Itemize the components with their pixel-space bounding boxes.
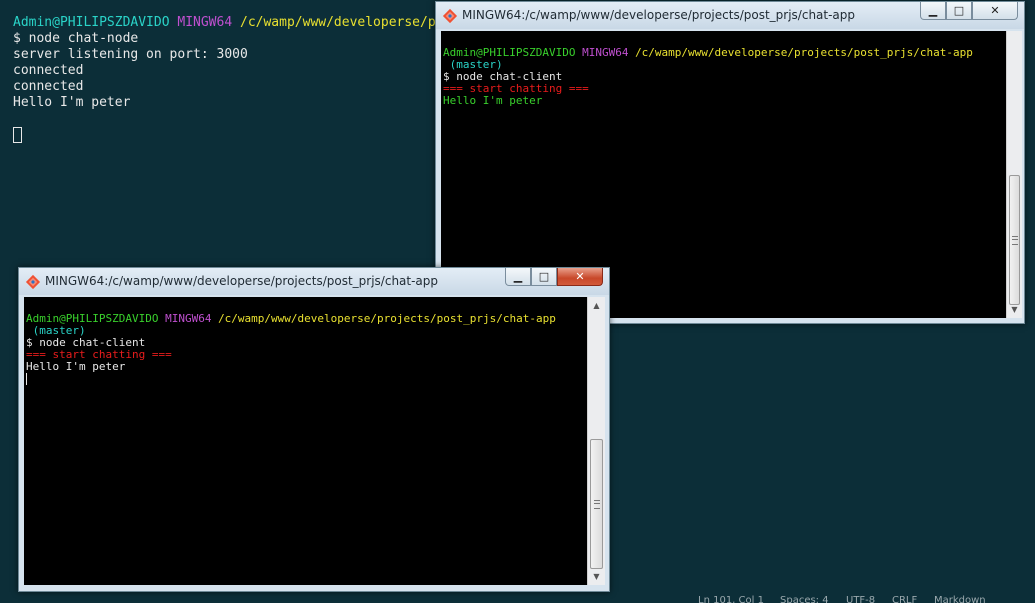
minimize-button[interactable]: ▁ — [920, 2, 946, 20]
vertical-scrollbar[interactable]: ▲ ▼ — [587, 297, 605, 585]
terminal-content[interactable]: Admin@PHILIPSZDAVIDO MINGW64 /c/wamp/www… — [24, 297, 587, 585]
title-bar[interactable]: MINGW64:/c/wamp/www/developerse/projects… — [436, 2, 1024, 29]
editor-status-bar: Ln 101, Col 1 Spaces: 4 UTF-8 CRLF Markd… — [600, 590, 1035, 603]
line-ending[interactable]: CRLF — [892, 595, 917, 603]
prompt-path: /c/wamp/www/developerse/projects/post_pr… — [218, 312, 556, 325]
minimize-icon: ▁ — [928, 4, 938, 17]
prompt-env: MINGW64 — [177, 15, 233, 30]
server-output: Admin@PHILIPSZDAVIDO MINGW64 /c/wamp/www… — [13, 15, 444, 145]
scroll-grip-icon — [593, 500, 600, 509]
prompt-env: MINGW64 — [165, 312, 212, 325]
maximize-icon: □ — [953, 4, 965, 17]
output-line: server listening on port: 3000 — [13, 47, 248, 62]
title-bar[interactable]: MINGW64:/c/wamp/www/developerse/projects… — [19, 268, 609, 295]
maximize-icon: □ — [538, 270, 550, 283]
output-line: connected — [13, 79, 84, 94]
close-icon: ✕ — [575, 270, 585, 283]
output-line: Hello I'm peter — [13, 95, 131, 110]
scroll-down-icon[interactable]: ▼ — [588, 568, 605, 585]
git-bash-icon — [25, 274, 41, 290]
close-button[interactable]: ✕ — [557, 268, 603, 286]
close-icon: ✕ — [990, 4, 1000, 17]
client-output: Admin@PHILIPSZDAVIDO MINGW64 /c/wamp/www… — [26, 313, 556, 386]
window-controls: ▁ □ ✕ — [920, 2, 1018, 20]
language-mode[interactable]: Markdown — [934, 595, 986, 603]
scroll-grip-icon — [1011, 236, 1018, 245]
scroll-down-icon[interactable]: ▼ — [1007, 301, 1022, 318]
scroll-up-icon[interactable]: ▲ — [588, 297, 605, 314]
prompt-path: /c/wamp/www/developerse/projects/post_pr… — [635, 46, 973, 59]
scroll-thumb[interactable] — [1009, 175, 1020, 305]
prompt-user: Admin@PHILIPSZDAVIDO — [13, 15, 170, 30]
client-output: Admin@PHILIPSZDAVIDO MINGW64 /c/wamp/www… — [443, 47, 973, 107]
text-cursor — [26, 373, 27, 385]
scroll-thumb[interactable] — [590, 439, 603, 569]
prompt-path: /c/wamp/www/developerse/pr — [240, 15, 444, 30]
encoding[interactable]: UTF-8 — [846, 595, 875, 603]
terminal-cursor — [13, 127, 22, 143]
minimize-icon: ▁ — [513, 270, 523, 283]
prompt-env: MINGW64 — [582, 46, 629, 59]
close-button[interactable]: ✕ — [972, 2, 1018, 20]
minimize-button[interactable]: ▁ — [505, 268, 531, 286]
terminal-window-bottom[interactable]: MINGW64:/c/wamp/www/developerse/projects… — [18, 267, 610, 592]
vertical-scrollbar[interactable]: ▼ — [1006, 31, 1022, 318]
chat-message: Hello I'm peter — [443, 94, 543, 107]
maximize-button[interactable]: □ — [946, 2, 972, 20]
cursor-position[interactable]: Ln 101, Col 1 — [698, 595, 764, 603]
chat-message: Hello I'm peter — [26, 360, 126, 373]
output-line: connected — [13, 63, 84, 78]
window-title: MINGW64:/c/wamp/www/developerse/projects… — [462, 8, 856, 22]
indentation[interactable]: Spaces: 4 — [780, 595, 829, 603]
window-title: MINGW64:/c/wamp/www/developerse/projects… — [45, 274, 439, 288]
window-controls: ▁ □ ✕ — [505, 268, 603, 286]
git-bash-icon — [442, 8, 458, 24]
output-line: $ node chat-node — [13, 31, 139, 46]
maximize-button[interactable]: □ — [531, 268, 557, 286]
